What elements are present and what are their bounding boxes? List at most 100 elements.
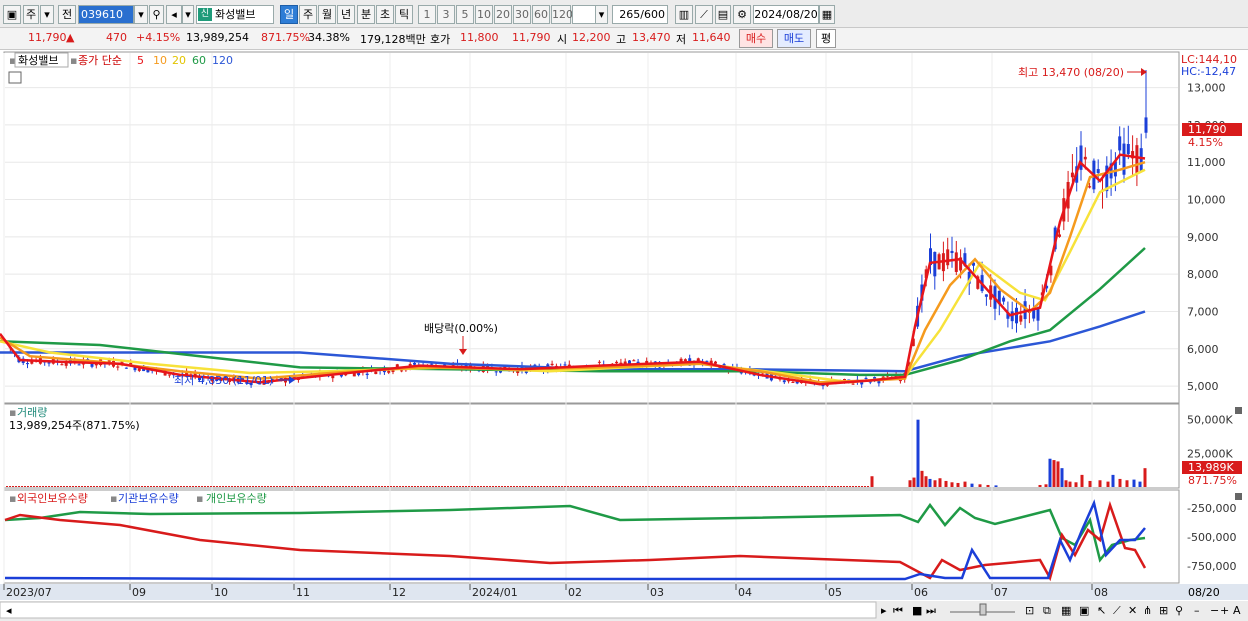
candle-body (1139, 148, 1143, 171)
volume-bar (318, 486, 320, 487)
volume-bar (81, 486, 83, 487)
volume-bar (759, 486, 761, 487)
volume-bar (327, 486, 329, 487)
volume-bar (747, 486, 749, 487)
volume-bar (612, 486, 614, 487)
volume-bar (819, 486, 821, 487)
volume-bar (204, 486, 206, 487)
screenshot-icon[interactable]: ⊞ (1159, 604, 1168, 617)
volume-bar (912, 477, 916, 487)
grid-tool-icon[interactable]: ⊡ (1025, 604, 1034, 617)
volume-bar (696, 486, 698, 487)
x-tick-label: 2023/07 (6, 586, 52, 599)
candle-body (494, 371, 498, 373)
volume-bar (738, 486, 740, 487)
copy-tool-icon[interactable]: ⧉ (1043, 604, 1051, 617)
volume-bar (555, 486, 557, 487)
volume-bar (938, 478, 942, 487)
volume-bar (276, 486, 278, 487)
zoom-slider-thumb[interactable] (979, 603, 987, 616)
volume-bar (330, 486, 332, 487)
rewind-icon[interactable]: ⏮ (893, 604, 903, 617)
candle-body (550, 363, 554, 366)
low-annotation: 최저 4,830 (11/01) (174, 374, 273, 387)
panel-close-icon[interactable] (1235, 493, 1242, 500)
volume-last-pct: 871.75% (1188, 474, 1237, 487)
volume-bar (132, 486, 134, 487)
volume-bar (156, 486, 158, 487)
volume-bar (846, 486, 848, 487)
volume-bar (309, 486, 311, 487)
volume-bar (1132, 479, 1136, 487)
forward-icon[interactable]: ⏭ (926, 604, 936, 617)
volume-bar (789, 486, 791, 487)
volume-bar (207, 486, 209, 487)
volume-bar (606, 486, 608, 487)
volume-bar (246, 486, 248, 487)
volume-bar (390, 486, 392, 487)
volume-bar (321, 486, 323, 487)
play-icon[interactable]: ▸ (881, 604, 887, 617)
volume-bar (474, 486, 476, 487)
volume-bar (255, 486, 257, 487)
candle-body (597, 361, 601, 363)
volume-bar (60, 486, 62, 487)
scroll-left-icon[interactable]: ◂ (6, 604, 12, 617)
volume-bar (486, 486, 488, 487)
candle-body (391, 370, 395, 372)
draw-line-icon[interactable]: ⟋ (1113, 604, 1121, 617)
volume-bar (369, 486, 371, 487)
volume-bar (129, 486, 131, 487)
volume-bar (624, 486, 626, 487)
stop-icon[interactable]: ■ (912, 604, 922, 617)
layout-tool-icon[interactable]: ▦ (1061, 604, 1071, 617)
volume-bar (1098, 480, 1102, 487)
volume-bar (315, 486, 317, 487)
candle-body (615, 361, 619, 364)
volume-y-tick: 50,000K (1187, 414, 1233, 427)
magnet-icon[interactable]: ⋔ (1143, 604, 1152, 617)
volume-bar (423, 486, 425, 487)
volume-bar (36, 486, 38, 487)
candle-body (1118, 136, 1122, 151)
search-zoom-icon[interactable]: ⚲ (1175, 604, 1183, 617)
plus-icon[interactable]: + (1220, 604, 1229, 617)
volume-bar (648, 486, 650, 487)
volume-bar (366, 486, 368, 487)
x-tick-label: 2024/01 (472, 586, 518, 599)
volume-bar (105, 486, 107, 487)
volume-bar (69, 486, 71, 487)
price-y-tick: 5,000 (1187, 380, 1219, 393)
volume-bar (324, 486, 326, 487)
candle-body (864, 377, 868, 379)
volume-bar (42, 486, 44, 487)
stock-chart[interactable]: 13,00012,00011,00010,0009,0008,0007,0006… (0, 0, 1248, 621)
volume-bar (477, 486, 479, 487)
volume-bar (435, 486, 437, 487)
volume-bar (762, 486, 764, 487)
horizontal-scrollbar[interactable] (0, 601, 877, 619)
volume-bar (9, 486, 11, 487)
volume-bar (78, 486, 80, 487)
draw-cross-icon[interactable]: ✕ (1128, 604, 1137, 617)
panel-close-icon[interactable] (1235, 407, 1242, 414)
volume-bar (426, 486, 428, 487)
zoom-out-icon[interactable]: – (1194, 604, 1200, 617)
volume-bar (870, 476, 874, 487)
volume-bar (579, 486, 581, 487)
auto-scale-icon[interactable]: A (1233, 604, 1241, 617)
volume-bar (522, 486, 524, 487)
volume-bar (90, 486, 92, 487)
x-tick-label: 05 (828, 586, 842, 599)
candle-body (1126, 144, 1130, 155)
volume-bar (963, 481, 967, 487)
calculator-icon[interactable] (8, 71, 22, 84)
volume-bar (237, 486, 239, 487)
candle-body (26, 363, 29, 365)
candle-body (1083, 156, 1087, 160)
cursor-tool-icon[interactable]: ↖ (1097, 604, 1106, 617)
window-tool-icon[interactable]: ▣ (1079, 604, 1089, 617)
minus-icon[interactable]: − (1210, 604, 1219, 617)
volume-bar (27, 486, 29, 487)
volume-bar (585, 486, 587, 487)
